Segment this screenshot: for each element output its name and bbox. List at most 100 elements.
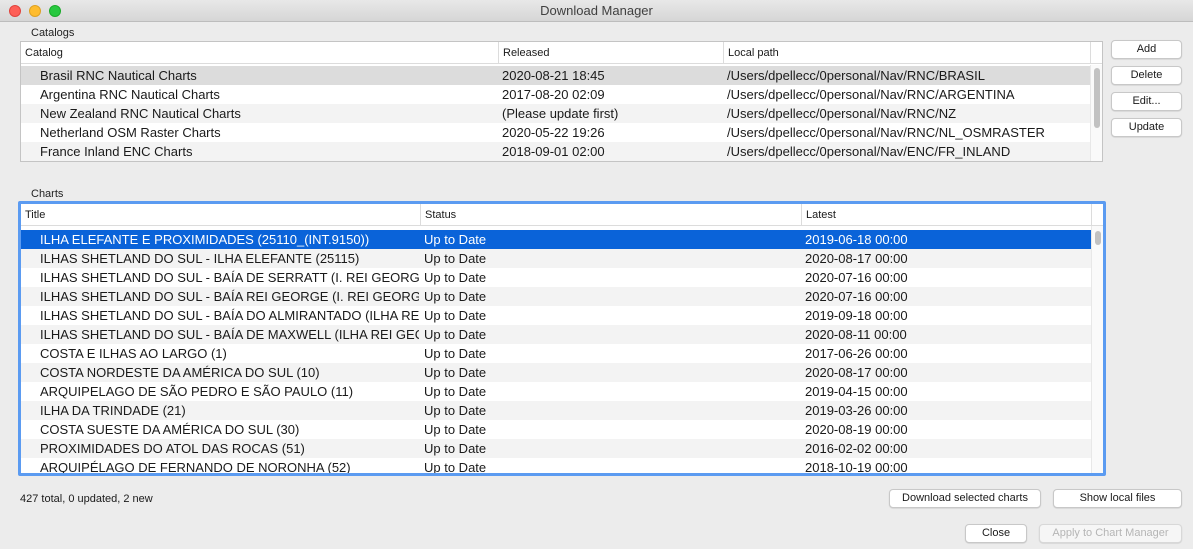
catalogs-scroll-thumb[interactable]: [1094, 68, 1100, 128]
cell-released: 2020-05-22 19:26: [502, 125, 605, 140]
cell-released: 2017-08-20 02:09: [502, 87, 605, 102]
chart-row[interactable]: ARQUIPÉLAGO DE FERNANDO DE NORONHA (52) U…: [21, 458, 1091, 473]
cell-local-path: /Users/dpellecc/0personal/Nav/RNC/BRASIL: [727, 68, 985, 83]
cell-local-path: /Users/dpellecc/0personal/Nav/ENC/FR_INL…: [727, 144, 1011, 159]
cell-latest: 2020-07-16 00:00: [805, 289, 908, 304]
cell-status: Up to Date: [424, 251, 487, 266]
chart-row[interactable]: ARQUIPELAGO DE SÃO PEDRO E SÃO PAULO (11…: [21, 382, 1091, 401]
catalog-row[interactable]: Argentina RNC Nautical Charts 2017-08-20 …: [21, 85, 1090, 104]
cell-title: ILHAS SHETLAND DO SUL - BAÍA DE MAXWELL …: [40, 327, 419, 342]
delete-button[interactable]: Delete: [1111, 66, 1182, 85]
cell-status: Up to Date: [424, 270, 487, 285]
cell-catalog: France Inland ENC Charts: [40, 144, 193, 159]
column-header-catalog[interactable]: Catalog: [21, 42, 499, 64]
cell-title: ARQUIPELAGO DE SÃO PEDRO E SÃO PAULO (11…: [40, 384, 354, 399]
chart-row[interactable]: ILHAS SHETLAND DO SUL - BAÍA DE SERRATT …: [21, 268, 1091, 287]
title-bar: Download Manager: [0, 0, 1193, 22]
column-header-title[interactable]: Title: [21, 204, 421, 226]
cell-title: COSTA NORDESTE DA AMÉRICA DO SUL (10): [40, 365, 320, 380]
cell-local-path: /Users/dpellecc/0personal/Nav/RNC/ARGENT…: [727, 87, 1015, 102]
cell-catalog: New Zealand RNC Nautical Charts: [40, 106, 241, 121]
cell-title: ILHAS SHETLAND DO SUL - BAÍA DE SERRATT …: [40, 270, 419, 285]
charts-scrollbar[interactable]: [1091, 226, 1103, 473]
chart-row[interactable]: ILHAS SHETLAND DO SUL - BAÍA REI GEORGE …: [21, 287, 1091, 306]
cell-title: COSTA E ILHAS AO LARGO (1): [40, 346, 227, 361]
download-selected-button[interactable]: Download selected charts: [889, 489, 1041, 508]
charts-table-header: Title Status Latest: [21, 204, 1103, 226]
catalogs-label: Catalogs: [31, 27, 75, 39]
cell-title: ILHAS SHETLAND DO SUL - BAÍA DO ALMIRANT…: [40, 308, 419, 323]
column-header-latest[interactable]: Latest: [802, 204, 1092, 226]
cell-status: Up to Date: [424, 384, 487, 399]
cell-status: Up to Date: [424, 308, 487, 323]
cell-latest: 2020-08-11 00:00: [805, 327, 907, 342]
cell-title: ILHA DA TRINDADE (21): [40, 403, 186, 418]
cell-title: ILHAS SHETLAND DO SUL - ILHA ELEFANTE (2…: [40, 251, 360, 266]
cell-title: ILHAS SHETLAND DO SUL - BAÍA REI GEORGE …: [40, 289, 419, 304]
cell-title: PROXIMIDADES DO ATOL DAS ROCAS (51): [40, 441, 305, 456]
cell-released: 2018-09-01 02:00: [502, 144, 605, 159]
catalog-row[interactable]: New Zealand RNC Nautical Charts (Please u…: [21, 104, 1090, 123]
cell-latest: 2020-08-17 00:00: [805, 251, 908, 266]
cell-status: Up to Date: [424, 460, 487, 473]
cell-catalog: Netherland OSM Raster Charts: [40, 125, 221, 140]
show-local-files-button[interactable]: Show local files: [1053, 489, 1182, 508]
cell-title: COSTA SUESTE DA AMÉRICA DO SUL (30): [40, 422, 300, 437]
cell-catalog: Brasil RNC Nautical Charts: [40, 68, 197, 83]
charts-table[interactable]: Title Status Latest ILHA ELEFANTE E PROX…: [18, 201, 1106, 476]
catalog-row[interactable]: France Inland ENC Charts 2018-09-01 02:00…: [21, 142, 1090, 161]
chart-row[interactable]: COSTA SUESTE DA AMÉRICA DO SUL (30) Up to…: [21, 420, 1091, 439]
catalogs-scrollbar[interactable]: [1090, 65, 1102, 161]
cell-local-path: /Users/dpellecc/0personal/Nav/RNC/NZ: [727, 106, 957, 121]
cell-released: (Please update first): [502, 106, 619, 121]
cell-status: Up to Date: [424, 327, 487, 342]
minimize-window-icon[interactable]: [29, 5, 41, 17]
chart-row[interactable]: ILHAS SHETLAND DO SUL - BAÍA DO ALMIRANT…: [21, 306, 1091, 325]
cell-status: Up to Date: [424, 441, 487, 456]
add-button[interactable]: Add: [1111, 40, 1182, 59]
column-header-status[interactable]: Status: [421, 204, 802, 226]
chart-row[interactable]: ILHA DA TRINDADE (21) Up to Date 2019-03-2…: [21, 401, 1091, 420]
catalog-row[interactable]: Brasil RNC Nautical Charts 2020-08-21 18:…: [21, 66, 1090, 85]
zoom-window-icon[interactable]: [49, 5, 61, 17]
cell-latest: 2018-10-19 00:00: [805, 460, 908, 473]
chart-row[interactable]: ILHAS SHETLAND DO SUL - BAÍA DE MAXWELL …: [21, 325, 1091, 344]
cell-latest: 2020-08-17 00:00: [805, 365, 908, 380]
charts-label: Charts: [31, 188, 64, 200]
chart-row[interactable]: ILHAS SHETLAND DO SUL - ILHA ELEFANTE (2…: [21, 249, 1091, 268]
catalog-row[interactable]: Netherland OSM Raster Charts 2020-05-22 1…: [21, 123, 1090, 142]
edit-button[interactable]: Edit...: [1111, 92, 1182, 111]
cell-released: 2020-08-21 18:45: [502, 68, 605, 83]
column-header-local-path[interactable]: Local path: [724, 42, 1091, 64]
close-window-icon[interactable]: [9, 5, 21, 17]
chart-row[interactable]: ILHA ELEFANTE E PROXIMIDADES (25110_(INT…: [21, 230, 1091, 249]
cell-latest: 2019-06-18 00:00: [805, 232, 908, 247]
cell-status: Up to Date: [424, 403, 487, 418]
chart-count-status: 427 total, 0 updated, 2 new: [20, 493, 153, 505]
column-header-released[interactable]: Released: [499, 42, 724, 64]
cell-latest: 2019-04-15 00:00: [805, 384, 908, 399]
apply-to-chart-manager-button: Apply to Chart Manager: [1039, 524, 1182, 543]
chart-row[interactable]: COSTA NORDESTE DA AMÉRICA DO SUL (10) Up …: [21, 363, 1091, 382]
cell-title: ARQUIPÉLAGO DE FERNANDO DE NORONHA (52): [40, 460, 351, 473]
cell-latest: 2019-03-26 00:00: [805, 403, 908, 418]
catalogs-table-body: Brasil RNC Nautical Charts 2020-08-21 18:…: [21, 66, 1090, 161]
cell-status: Up to Date: [424, 346, 487, 361]
charts-scroll-thumb[interactable]: [1095, 231, 1101, 245]
close-button[interactable]: Close: [965, 524, 1027, 543]
cell-latest: 2017-06-26 00:00: [805, 346, 908, 361]
chart-row[interactable]: PROXIMIDADES DO ATOL DAS ROCAS (51) Up to…: [21, 439, 1091, 458]
chart-row[interactable]: COSTA E ILHAS AO LARGO (1) Up to Date 2017…: [21, 344, 1091, 363]
cell-status: Up to Date: [424, 289, 487, 304]
cell-status: Up to Date: [424, 422, 487, 437]
update-button[interactable]: Update: [1111, 118, 1182, 137]
catalogs-table-header: Catalog Released Local path: [21, 42, 1102, 64]
cell-status: Up to Date: [424, 365, 487, 380]
charts-table-body: ILHA ELEFANTE E PROXIMIDADES (25110_(INT…: [21, 230, 1091, 473]
cell-latest: 2019-09-18 00:00: [805, 308, 908, 323]
window-title: Download Manager: [540, 3, 653, 18]
catalogs-table[interactable]: Catalog Released Local path Brasil RNC N…: [20, 41, 1103, 162]
cell-catalog: Argentina RNC Nautical Charts: [40, 87, 220, 102]
cell-latest: 2020-08-19 00:00: [805, 422, 908, 437]
cell-local-path: /Users/dpellecc/0personal/Nav/RNC/NL_OSM…: [727, 125, 1045, 140]
